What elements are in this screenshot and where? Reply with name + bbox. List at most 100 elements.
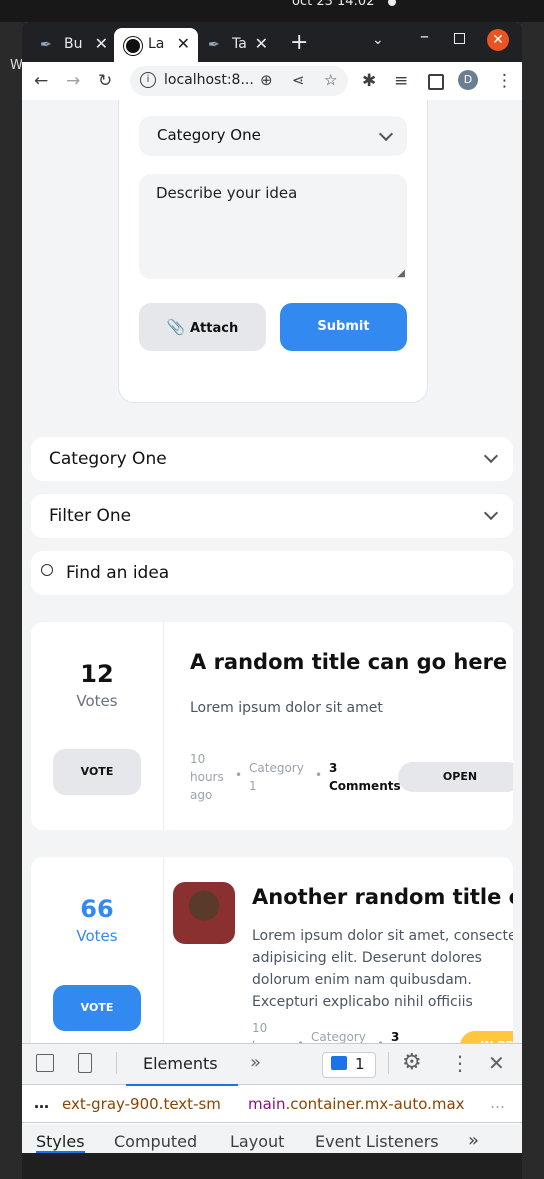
vote-column: 12 Votes VOTE xyxy=(31,622,164,830)
idea-time: 10 hours ago xyxy=(190,752,224,802)
gear-icon[interactable]: ⚙ xyxy=(402,1050,422,1075)
styles-subtabs: Styles Computed Layout Event Listeners » xyxy=(22,1124,522,1153)
resize-handle-icon[interactable]: ◢ xyxy=(397,268,405,279)
address-bar[interactable]: i localhost:8... ⊕ ⋖ ☆ xyxy=(130,66,348,96)
inspect-element-icon[interactable] xyxy=(36,1054,54,1072)
chevron-down-icon xyxy=(483,448,499,464)
breadcrumb-item-main[interactable]: main.container.mx-auto.max xyxy=(248,1095,465,1113)
reload-icon[interactable]: ↻ xyxy=(98,71,112,91)
devtools-panel: Elements » 1 ⚙ ⋮ ✕ … ext-gray-900.text-s… xyxy=(22,1043,522,1153)
new-tab-button[interactable]: + xyxy=(290,30,308,55)
minimize-button[interactable]: – xyxy=(420,26,429,47)
category-filter-select[interactable]: Category One xyxy=(31,437,513,481)
votes-label: Votes xyxy=(76,927,118,945)
other-filter-value: Filter One xyxy=(49,506,132,526)
vote-count: 12 xyxy=(80,660,114,688)
chevron-down-icon xyxy=(483,505,499,521)
submit-button[interactable]: Submit xyxy=(280,303,407,351)
browser-window: ✒ Bu ✕ La ✕ ✒ Ta ✕ + ⌄ – ✕ ← → ↻ i local… xyxy=(22,22,522,1153)
breadcrumb: … ext-gray-900.text-sm main.container.mx… xyxy=(22,1086,522,1123)
description-textarea[interactable]: Describe your idea ◢ xyxy=(139,174,407,279)
meta-separator: • xyxy=(315,768,323,782)
tab-elements[interactable]: Elements xyxy=(126,1044,238,1086)
breadcrumb-item[interactable]: ext-gray-900.text-sm xyxy=(62,1095,221,1113)
close-window-button[interactable]: ✕ xyxy=(487,29,509,51)
tab-ta[interactable]: ✒ Ta ✕ xyxy=(198,28,276,62)
search-placeholder: Find an idea xyxy=(66,563,170,583)
avatar[interactable]: D xyxy=(458,70,478,90)
circle-logo-icon xyxy=(124,37,142,55)
background-window-strip-right xyxy=(522,22,544,1179)
tab-event-listeners[interactable]: Event Listeners xyxy=(315,1132,439,1151)
tab-layout[interactable]: Layout xyxy=(230,1132,284,1151)
more-tabs-icon[interactable]: » xyxy=(468,1130,479,1151)
feather-icon: ✒ xyxy=(208,37,220,53)
tab-bar: ✒ Bu ✕ La ✕ ✒ Ta ✕ + ⌄ – ✕ xyxy=(22,22,522,62)
media-control-icon[interactable]: ≡ xyxy=(394,71,408,91)
tab-la[interactable]: La ✕ xyxy=(114,28,198,62)
issues-count: 1 xyxy=(355,1055,365,1073)
feather-icon: ✒ xyxy=(40,37,52,53)
breadcrumb-overflow-right[interactable]: … xyxy=(490,1094,505,1112)
device-toolbar-icon[interactable] xyxy=(78,1053,92,1073)
idea-card[interactable]: 66 Votes VOTE Another random title can g… xyxy=(31,857,513,1065)
os-status-dot xyxy=(388,0,396,6)
other-filter-select[interactable]: Filter One xyxy=(31,494,513,538)
idea-title[interactable]: A random title can go here xyxy=(190,650,507,674)
idea-description: Lorem ipsum dolor sit amet, consectetur … xyxy=(252,928,513,1010)
maximize-button[interactable] xyxy=(454,33,465,44)
close-tab-icon[interactable]: ✕ xyxy=(255,34,268,53)
breadcrumb-overflow-left[interactable]: … xyxy=(34,1094,49,1112)
tab-bu[interactable]: ✒ Bu ✕ xyxy=(30,28,116,62)
extensions-icon[interactable]: ✱ xyxy=(362,71,376,91)
issues-badge[interactable]: 1 xyxy=(322,1052,376,1078)
page-viewport[interactable]: Category One Describe your idea ◢ 📎 Atta… xyxy=(22,100,522,1065)
background-window-letter: W xyxy=(10,58,23,73)
back-arrow-icon[interactable]: ← xyxy=(34,71,48,91)
chevron-down-icon xyxy=(378,126,394,142)
add-idea-form: Category One Describe your idea ◢ 📎 Atta… xyxy=(118,100,428,403)
idea-card[interactable]: 12 Votes VOTE A random title can go here… xyxy=(31,622,513,830)
close-tab-icon[interactable]: ✕ xyxy=(177,34,190,53)
more-menu-icon[interactable]: ⋮ xyxy=(496,71,513,91)
tab-title: Ta xyxy=(232,36,247,52)
close-tab-icon[interactable]: ✕ xyxy=(95,34,108,53)
tab-title: Bu xyxy=(64,36,82,52)
meta-separator: • xyxy=(235,768,243,782)
tab-styles[interactable]: Styles xyxy=(36,1132,85,1153)
chevron-down-icon[interactable]: ⌄ xyxy=(372,32,384,48)
breadcrumb-tag: main xyxy=(248,1095,286,1113)
description-placeholder: Describe your idea xyxy=(156,184,298,202)
side-panel-icon[interactable] xyxy=(428,74,444,90)
breadcrumb-classes: .container.mx-auto.max xyxy=(285,1095,465,1113)
background-window-strip: W xyxy=(0,22,23,1179)
tab-computed[interactable]: Computed xyxy=(114,1132,197,1151)
idea-title[interactable]: Another random title can go here xyxy=(252,885,513,909)
form-category-select[interactable]: Category One xyxy=(139,116,407,156)
vote-count: 66 xyxy=(80,895,114,923)
message-icon xyxy=(331,1056,347,1070)
status-badge[interactable]: OPEN xyxy=(398,762,513,792)
paperclip-icon: 📎 xyxy=(166,318,186,336)
tab-elements-label: Elements xyxy=(143,1054,218,1073)
os-clock: oct 23 14:02 xyxy=(292,0,375,9)
zoom-icon[interactable]: ⊕ xyxy=(260,71,273,89)
idea-comments[interactable]: 3 Comments xyxy=(329,759,401,795)
search-input[interactable]: Find an idea xyxy=(31,551,513,595)
tab-title: La xyxy=(148,36,165,52)
info-icon[interactable]: i xyxy=(140,72,156,88)
close-icon[interactable]: ✕ xyxy=(488,1051,505,1075)
share-icon[interactable]: ⋖ xyxy=(292,71,305,89)
devtools-toolbar: Elements » 1 ⚙ ⋮ ✕ xyxy=(22,1044,522,1086)
forward-arrow-icon[interactable]: → xyxy=(66,71,80,91)
vote-button[interactable]: VOTE xyxy=(53,749,141,795)
vote-button[interactable]: VOTE xyxy=(53,985,141,1031)
bookmark-star-icon[interactable]: ☆ xyxy=(324,71,337,89)
more-options-icon[interactable]: ⋮ xyxy=(450,1051,470,1075)
category-filter-value: Category One xyxy=(49,449,167,469)
avatar xyxy=(173,882,235,944)
attach-label: Attach xyxy=(189,321,239,336)
more-tabs-icon[interactable]: » xyxy=(250,1052,261,1073)
attach-button[interactable]: 📎 Attach xyxy=(139,303,266,351)
toolbar-divider xyxy=(388,1052,389,1074)
